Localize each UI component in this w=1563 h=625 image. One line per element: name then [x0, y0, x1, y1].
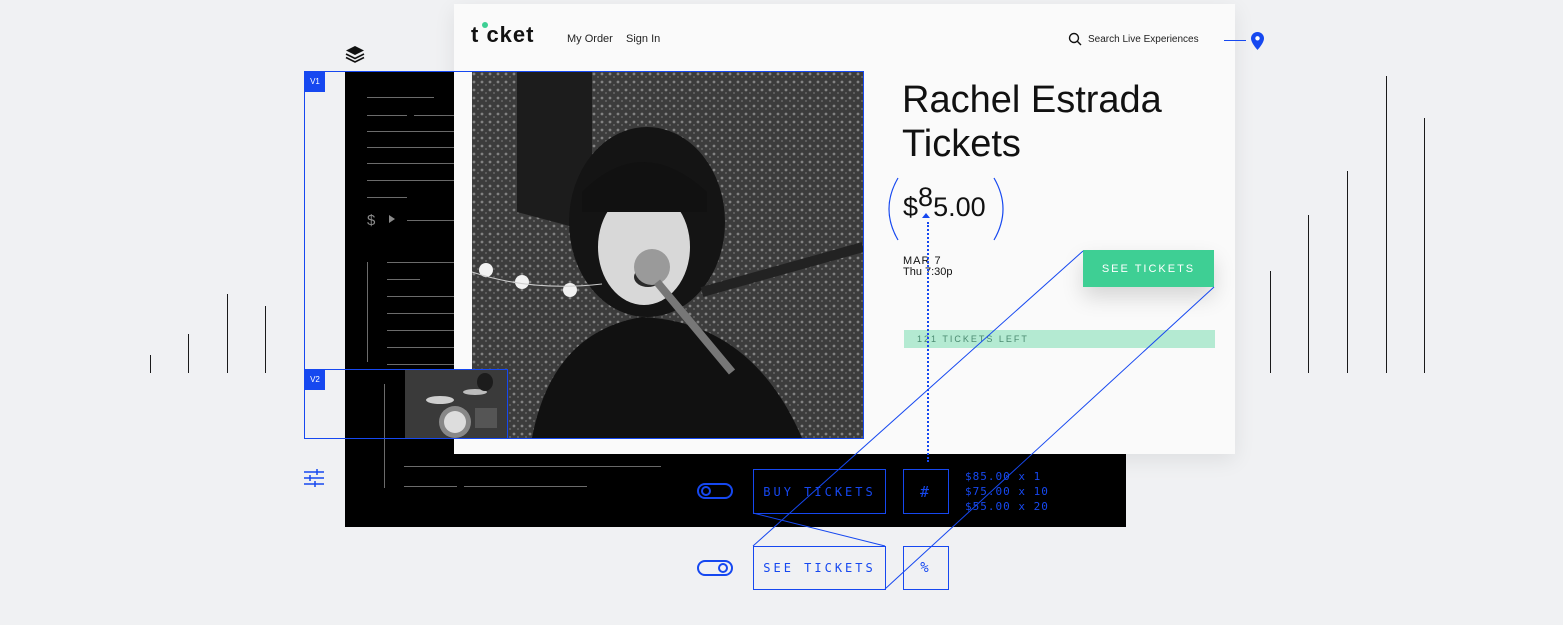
hash-wire-button[interactable]: #	[903, 469, 949, 514]
price-option[interactable]: $85.00 x 1	[957, 469, 1049, 484]
toggle-icon-buy[interactable]	[697, 483, 733, 499]
price-option[interactable]: $75.00 x 10	[957, 484, 1049, 499]
see-tickets-wire-button[interactable]: SEE TICKETS	[753, 546, 886, 590]
buy-tickets-wire-button[interactable]: BUY TICKETS	[753, 469, 886, 514]
button-projection-lines	[752, 250, 1215, 590]
price-option[interactable]: $55.00 x 20	[957, 499, 1049, 514]
price-options-list: $85.00 x 1 $75.00 x 10 $55.00 x 20	[957, 469, 1049, 514]
percent-wire-button[interactable]: %	[903, 546, 949, 590]
toggle-icon-see[interactable]	[697, 560, 733, 576]
